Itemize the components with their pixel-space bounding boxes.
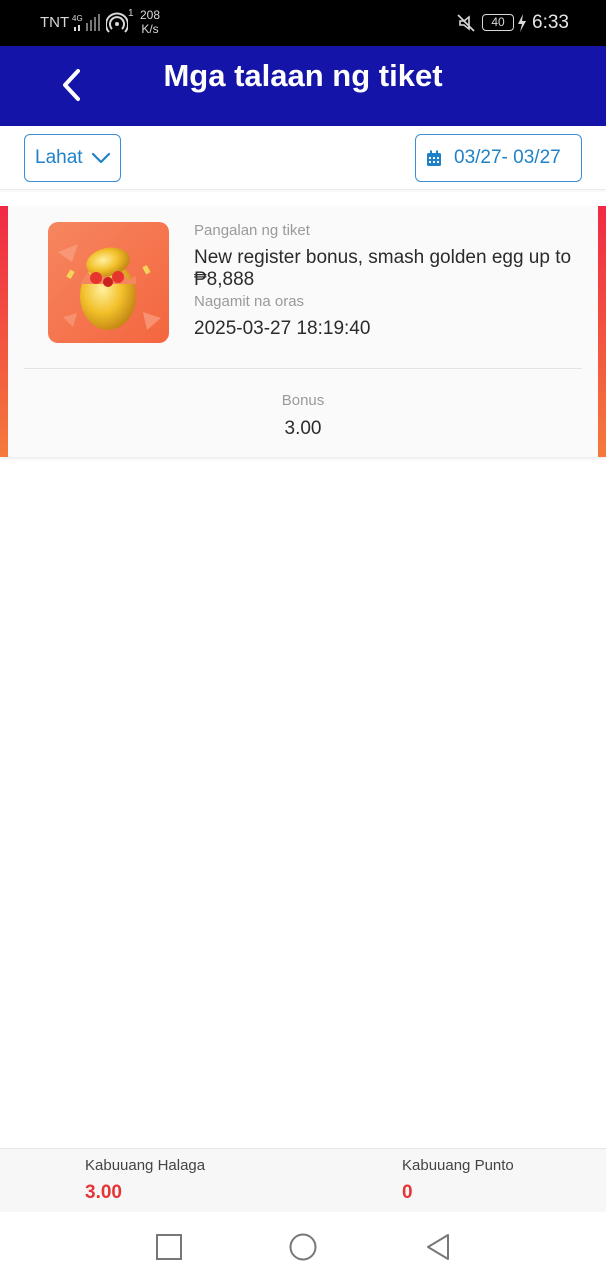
- status-bar: TNT 4G 1 208 K/s 40 6:33: [0, 0, 606, 46]
- ticket-name: New register bonus, smash golden egg up …: [194, 247, 572, 290]
- used-time-label: Nagamit na oras: [194, 293, 305, 310]
- charging-icon: [518, 14, 526, 32]
- bonus-label: Bonus: [281, 392, 325, 409]
- ticket-records-screen: TNT 4G 1 208 K/s 40 6:33 Mga talaan ng t…: [0, 0, 606, 1280]
- home-icon[interactable]: [288, 1232, 318, 1262]
- mute-icon: [457, 14, 475, 32]
- summary-bar: Kabuuang Halaga 3.00 Kabuuang Punto 0: [0, 1148, 606, 1212]
- chevron-down-icon: [91, 152, 110, 164]
- calendar-icon: [427, 150, 441, 166]
- page-title: Mga talaan ng tiket: [163, 58, 443, 93]
- speed-unit: K/s: [141, 22, 159, 36]
- total-amount-value: 3.00: [85, 1182, 122, 1203]
- bonus-value: 3.00: [284, 418, 322, 439]
- nav-back-icon[interactable]: [424, 1232, 454, 1262]
- clock: 6:33: [532, 12, 569, 33]
- app-header: Mga talaan ng tiket: [0, 46, 606, 126]
- network-type-label: 4G: [72, 14, 83, 23]
- recent-apps-icon[interactable]: [154, 1232, 184, 1262]
- total-points-label: Kabuuang Punto: [402, 1157, 514, 1174]
- carrier-label: TNT: [40, 14, 70, 31]
- total-points: Kabuuang Punto 0: [402, 1157, 514, 1204]
- golden-egg-icon: [48, 222, 169, 343]
- used-time: 2025-03-27 18:19:40: [194, 318, 371, 339]
- speed-value: 208: [140, 8, 161, 22]
- battery-indicator: 40: [482, 14, 514, 31]
- ticket-type-dropdown[interactable]: Lahat: [24, 134, 121, 182]
- card-divider: [24, 368, 582, 369]
- date-range-value: 03/27- 03/27: [454, 147, 561, 168]
- hotspot-icon: [106, 12, 128, 33]
- signal-icon: 4G: [72, 14, 100, 31]
- network-speed: 208 K/s: [140, 8, 160, 36]
- total-points-value: 0: [402, 1182, 413, 1203]
- ticket-type-value: Lahat: [35, 147, 83, 168]
- hotspot-count: 1: [128, 8, 134, 19]
- ticket-name-label: Pangalan ng tiket: [194, 222, 310, 239]
- system-nav-bar: [0, 1212, 606, 1280]
- ticket-info: Pangalan ng tiket New register bonus, sm…: [194, 222, 594, 340]
- total-amount: Kabuuang Halaga 3.00: [85, 1157, 205, 1204]
- ticket-record-card[interactable]: Pangalan ng tiket New register bonus, sm…: [0, 206, 606, 457]
- date-range-picker[interactable]: 03/27- 03/27: [415, 134, 582, 182]
- filter-bar: Lahat 03/27- 03/27: [0, 126, 606, 190]
- ticket-image: [48, 222, 169, 343]
- total-amount-label: Kabuuang Halaga: [85, 1157, 206, 1174]
